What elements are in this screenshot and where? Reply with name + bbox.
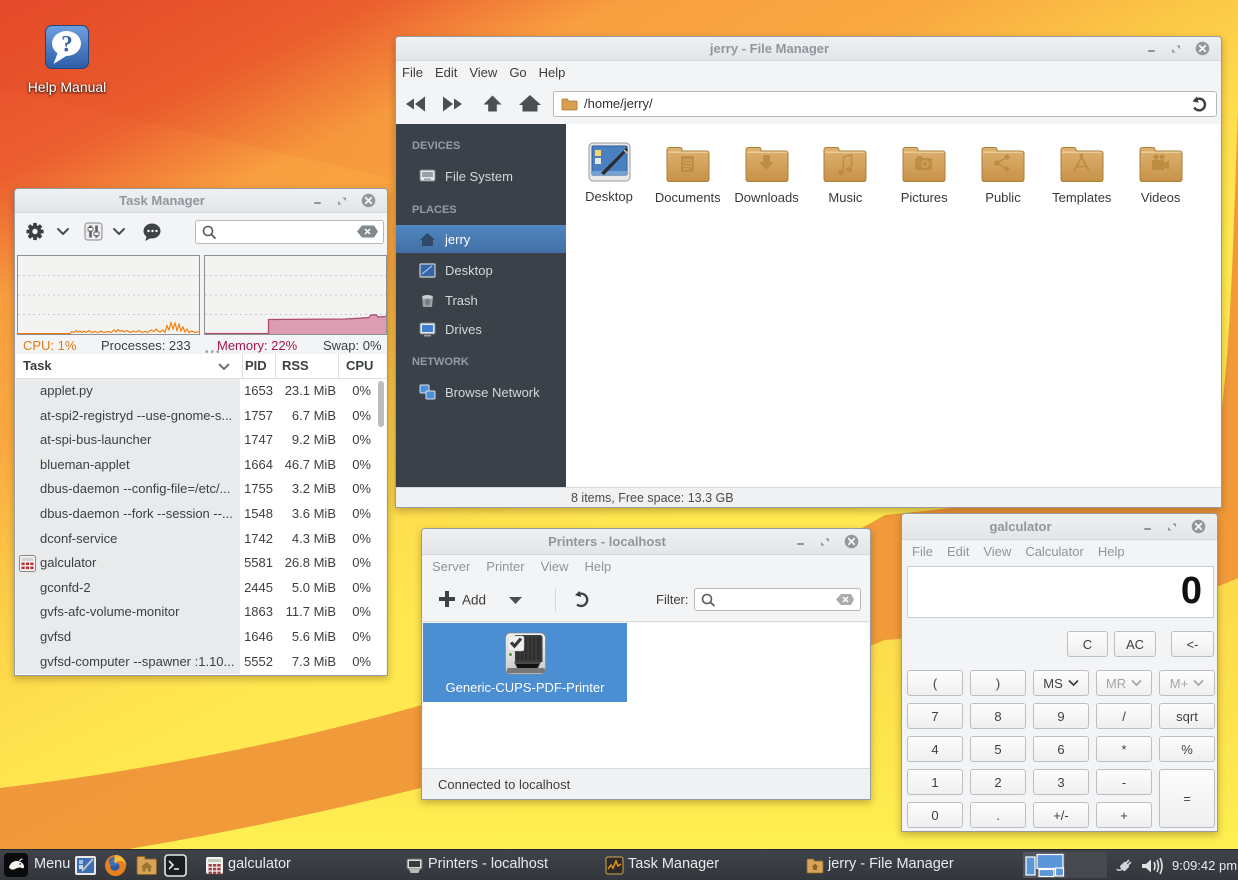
svg-text:Add: Add <box>462 592 486 607</box>
svg-text:?: ? <box>61 32 73 57</box>
